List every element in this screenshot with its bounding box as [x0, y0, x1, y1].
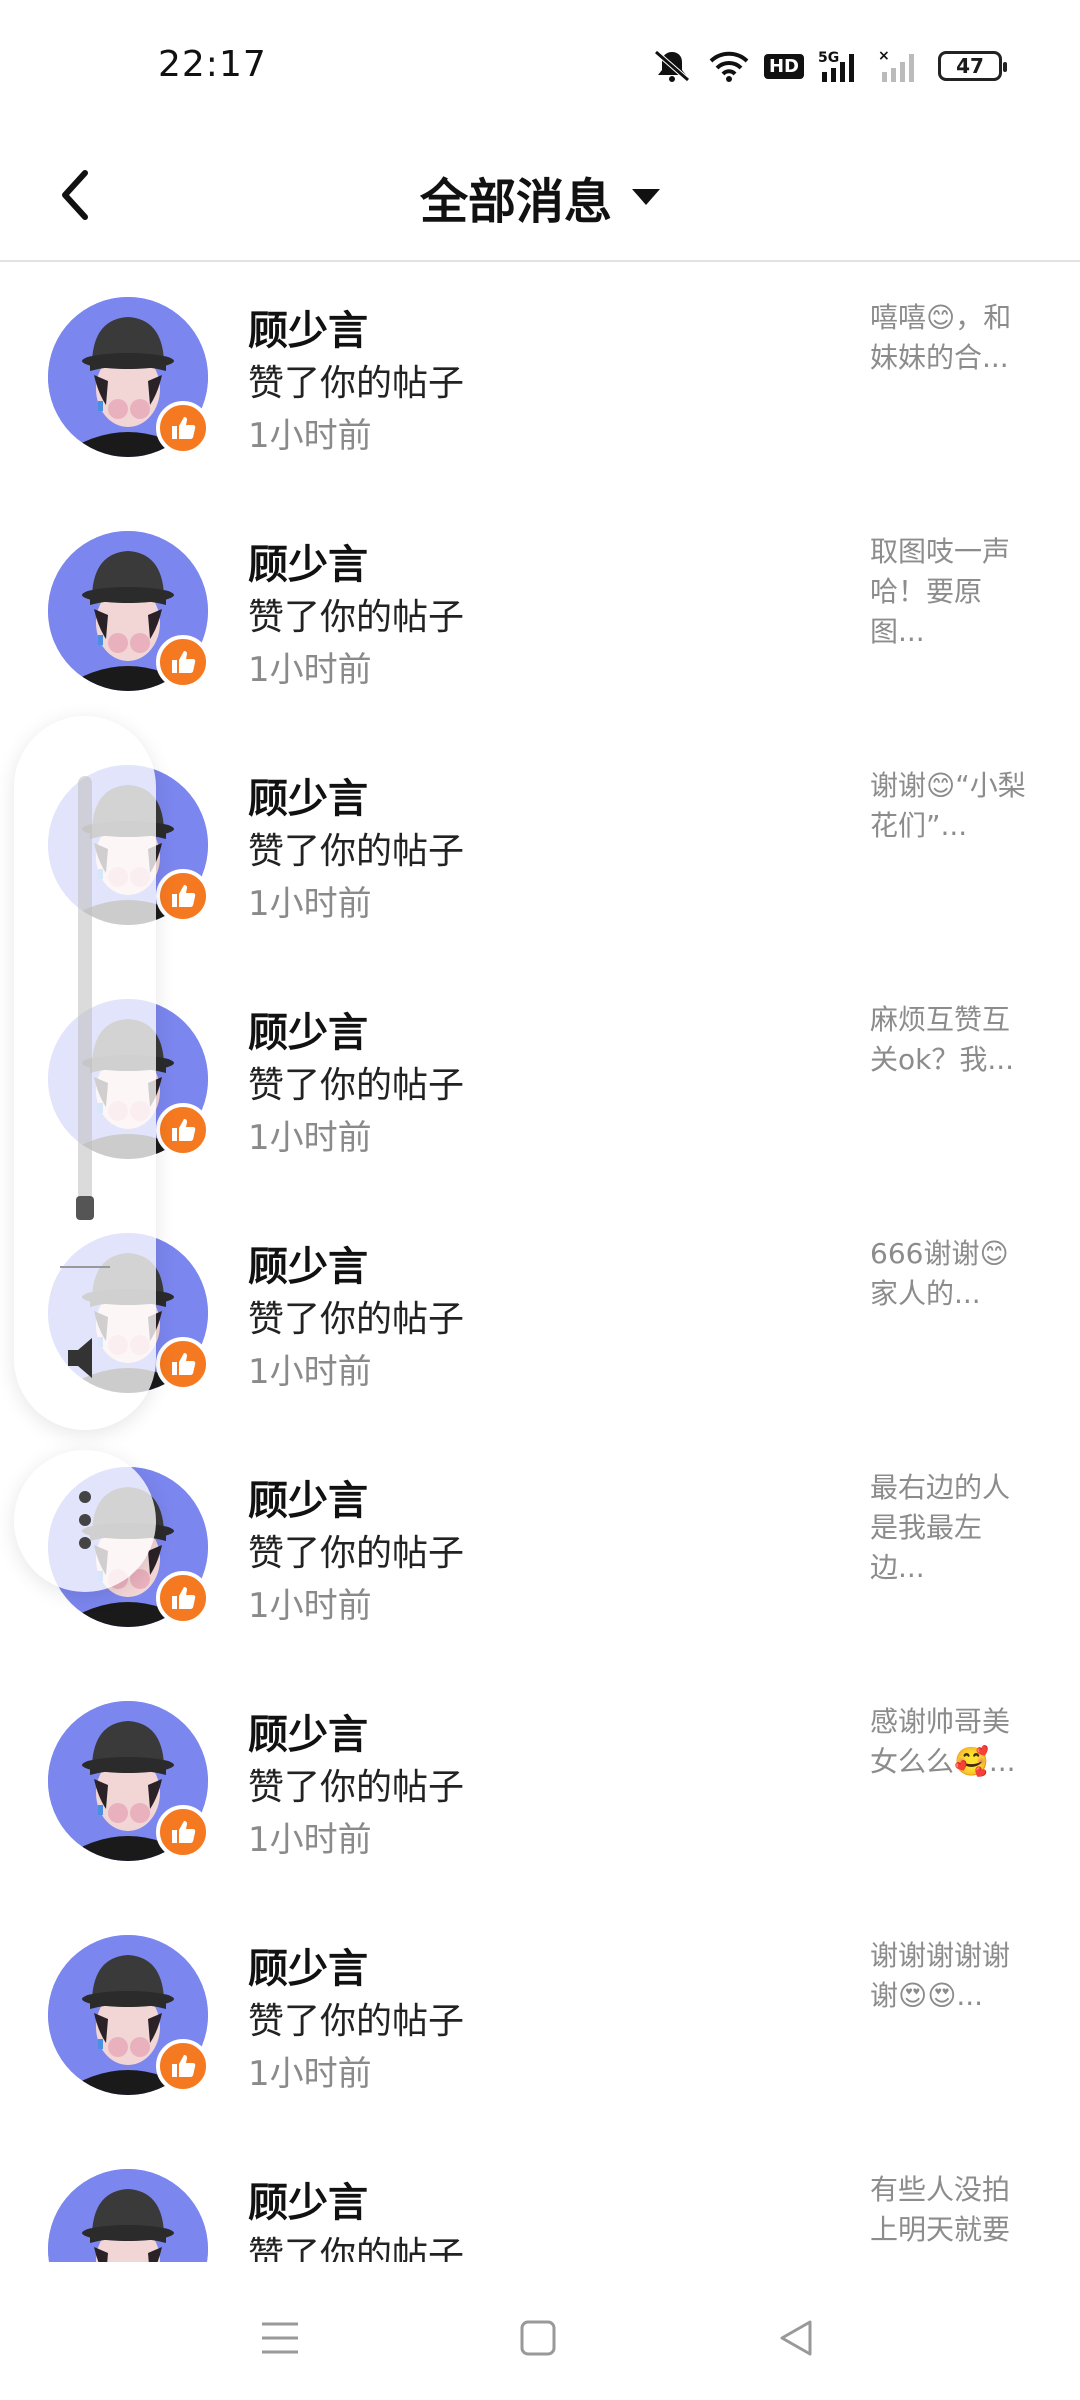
hd-icon: HD	[763, 53, 804, 79]
like-badge	[156, 1571, 210, 1625]
thumbs-up-icon	[172, 1587, 196, 1609]
message-item[interactable]: 顾少言 赞了你的帖子 1小时前 谢谢😊“小梨花们”...	[0, 730, 1080, 964]
user-name[interactable]: 顾少言	[248, 298, 368, 356]
action-text: 赞了你的帖子	[248, 1065, 465, 1106]
like-badge	[156, 2039, 210, 2093]
avatar-wrap[interactable]	[48, 531, 210, 691]
signal-icon: ×	[878, 48, 924, 84]
post-preview[interactable]: 麻烦互赞互关ok？我...	[870, 1000, 1030, 1080]
time-text: 1小时前	[248, 416, 372, 456]
message-item[interactable]: 顾少言 赞了你的帖子 1小时前 最右边的人是我最左边...	[0, 1432, 1080, 1666]
user-name[interactable]: 顾少言	[248, 1000, 368, 1058]
message-list[interactable]: 顾少言 赞了你的帖子 1小时前 嘻嘻😊，和妹妹的合... 顾少言 赞了你的帖子 …	[0, 262, 1080, 2262]
more-vertical-icon	[76, 1488, 94, 1556]
user-name[interactable]: 顾少言	[248, 1702, 368, 1760]
like-badge	[156, 401, 210, 455]
time-text: 1小时前	[248, 1586, 372, 1626]
like-badge	[156, 869, 210, 923]
nav-bar	[0, 2268, 1080, 2400]
like-badge	[156, 1337, 210, 1391]
time-text: 1小时前	[248, 2054, 372, 2094]
user-name[interactable]: 顾少言	[248, 1468, 368, 1526]
like-badge	[156, 635, 210, 689]
post-preview[interactable]: 有些人没拍上明天就要	[870, 2170, 1030, 2250]
svg-text:×: ×	[878, 48, 890, 64]
header: 全部消息	[0, 130, 1080, 262]
avatar-wrap[interactable]	[48, 1701, 210, 1861]
action-text: 赞了你的帖子	[248, 2235, 465, 2262]
user-name[interactable]: 顾少言	[248, 2170, 368, 2228]
thumbs-up-icon	[172, 417, 196, 439]
post-preview[interactable]: 嘻嘻😊，和妹妹的合...	[870, 298, 1030, 378]
like-badge	[156, 1805, 210, 1859]
avatar-wrap[interactable]	[48, 2169, 208, 2262]
home-square-icon	[520, 2320, 556, 2356]
wifi-icon	[708, 49, 750, 83]
message-item[interactable]: 顾少言 赞了你的帖子 1小时前 666谢谢😊家人的...	[0, 1198, 1080, 1432]
thumbs-up-icon	[172, 1119, 196, 1141]
post-preview[interactable]: 感谢帅哥美女么么🥰...	[870, 1702, 1030, 1782]
message-item[interactable]: 顾少言 赞了你的帖子 1小时前 感谢帅哥美女么么🥰...	[0, 1666, 1080, 1900]
thumbs-up-icon	[172, 1353, 196, 1375]
signal-5g-icon: 5G	[818, 48, 864, 84]
thumbs-up-icon	[172, 2055, 196, 2077]
post-preview[interactable]: 666谢谢😊家人的...	[870, 1234, 1030, 1314]
menu-icon	[262, 2322, 298, 2354]
user-name[interactable]: 顾少言	[248, 532, 368, 590]
volume-slider[interactable]	[78, 776, 92, 1216]
time-text: 1小时前	[248, 650, 372, 690]
avatar-wrap[interactable]	[48, 1935, 210, 2095]
time-text: 1小时前	[248, 1118, 372, 1158]
action-text: 赞了你的帖子	[248, 1533, 465, 1574]
thumbs-up-icon	[172, 651, 196, 673]
time-text: 1小时前	[248, 1352, 372, 1392]
home-button[interactable]	[508, 2308, 568, 2368]
status-time: 22:17	[158, 44, 267, 85]
like-badge	[156, 1103, 210, 1157]
post-preview[interactable]: 最右边的人是我最左边...	[870, 1468, 1030, 1588]
action-text: 赞了你的帖子	[248, 831, 465, 872]
avatar[interactable]	[48, 2169, 208, 2262]
time-text: 1小时前	[248, 1820, 372, 1860]
time-text: 1小时前	[248, 884, 372, 924]
title-dropdown[interactable]: 全部消息	[0, 162, 1080, 232]
volume-panel	[14, 716, 156, 1430]
action-text: 赞了你的帖子	[248, 2001, 465, 2042]
action-text: 赞了你的帖子	[248, 597, 465, 638]
post-preview[interactable]: 谢谢谢谢谢谢😍😍...	[870, 1936, 1030, 2016]
status-icons: HD 5G × 47	[650, 48, 1007, 84]
user-name[interactable]: 顾少言	[248, 1234, 368, 1292]
back-nav-button[interactable]	[766, 2308, 826, 2368]
page-title: 全部消息	[419, 174, 612, 230]
user-name[interactable]: 顾少言	[248, 1936, 368, 1994]
message-item[interactable]: 顾少言 赞了你的帖子 1小时前 取图吱一声哈！要原图...	[0, 496, 1080, 730]
battery-icon: 47	[938, 51, 1007, 81]
speaker-icon[interactable]	[64, 1334, 108, 1386]
thumbs-up-icon	[172, 885, 196, 907]
volume-slider-handle[interactable]	[76, 1196, 94, 1220]
message-item[interactable]: 顾少言 赞了你的帖子 1小时前 麻烦互赞互关ok？我...	[0, 964, 1080, 1198]
thumbs-up-icon	[172, 1821, 196, 1843]
more-options-button[interactable]	[14, 1450, 156, 1592]
back-triangle-icon	[780, 2320, 812, 2356]
message-item[interactable]: 顾少言 赞了你的帖子 1小时前 有些人没拍上明天就要	[0, 2134, 1080, 2262]
svg-text:5G: 5G	[818, 50, 839, 66]
user-name[interactable]: 顾少言	[248, 766, 368, 824]
action-text: 赞了你的帖子	[248, 1299, 465, 1340]
status-bar: 22:17 HD 5G × 47	[0, 0, 1080, 130]
divider	[60, 1266, 110, 1268]
post-preview[interactable]: 谢谢😊“小梨花们”...	[870, 766, 1030, 846]
caret-down-icon	[632, 189, 660, 205]
avatar-wrap[interactable]	[48, 297, 210, 457]
mute-icon	[650, 48, 694, 84]
action-text: 赞了你的帖子	[248, 363, 465, 404]
action-text: 赞了你的帖子	[248, 1767, 465, 1808]
message-item[interactable]: 顾少言 赞了你的帖子 1小时前 嘻嘻😊，和妹妹的合...	[0, 262, 1080, 496]
menu-button[interactable]	[250, 2308, 310, 2368]
post-preview[interactable]: 取图吱一声哈！要原图...	[870, 532, 1030, 652]
message-item[interactable]: 顾少言 赞了你的帖子 1小时前 谢谢谢谢谢谢😍😍...	[0, 1900, 1080, 2134]
